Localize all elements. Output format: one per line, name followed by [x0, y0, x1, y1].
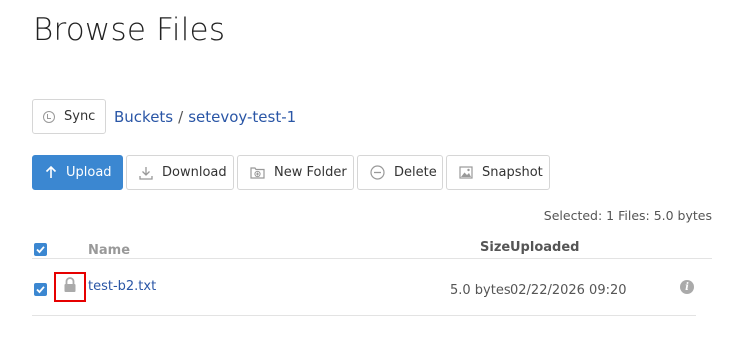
select-all-checkbox[interactable] [34, 240, 47, 259]
sync-icon [43, 110, 55, 123]
toolbar: Upload Download New Folder Delete Snapsh… [32, 155, 550, 190]
table-row[interactable]: test-b2.txt 5.0 bytes 02/22/2026 09:20 i [32, 262, 712, 316]
info-icon[interactable]: i [680, 280, 694, 294]
file-name-link[interactable]: test-b2.txt [88, 279, 156, 294]
checkbox-checked-icon [34, 243, 47, 256]
header-divider [32, 258, 712, 259]
folder-plus-icon [250, 166, 265, 179]
column-header-uploaded[interactable]: Uploaded [510, 240, 579, 255]
arrow-up-icon [45, 166, 57, 179]
upload-button[interactable]: Upload [32, 155, 123, 190]
lock-highlight-box [54, 272, 86, 302]
sync-label: Sync [64, 109, 96, 124]
breadcrumb: Buckets / setevoy-test-1 [114, 108, 296, 126]
download-label: Download [162, 165, 227, 180]
row-divider [32, 315, 696, 316]
column-header-name[interactable]: Name [88, 243, 130, 258]
delete-button[interactable]: Delete [357, 155, 443, 190]
new-folder-button[interactable]: New Folder [237, 155, 354, 190]
file-size: 5.0 bytes [450, 283, 511, 298]
breadcrumb-bucket-link[interactable]: setevoy-test-1 [188, 108, 296, 126]
row-checkbox[interactable] [34, 280, 47, 299]
snapshot-button[interactable]: Snapshot [446, 155, 550, 190]
breadcrumb-separator: / [178, 108, 184, 126]
page-title: Browse Files [33, 12, 226, 48]
selection-summary: Selected: 1 Files: 5.0 bytes [543, 208, 712, 223]
minus-circle-icon [370, 165, 385, 180]
checkbox-checked-icon [34, 283, 47, 296]
sync-button[interactable]: Sync [32, 99, 106, 134]
new-folder-label: New Folder [274, 165, 347, 180]
image-icon [459, 166, 473, 179]
download-button[interactable]: Download [126, 155, 234, 190]
delete-label: Delete [394, 165, 437, 180]
upload-label: Upload [66, 165, 112, 180]
column-header-size[interactable]: Size [480, 240, 510, 255]
file-uploaded-date: 02/22/2026 09:20 [510, 283, 627, 298]
snapshot-label: Snapshot [482, 165, 543, 180]
lock-icon[interactable] [63, 277, 77, 297]
download-icon [139, 166, 153, 180]
breadcrumb-buckets-link[interactable]: Buckets [114, 108, 173, 126]
